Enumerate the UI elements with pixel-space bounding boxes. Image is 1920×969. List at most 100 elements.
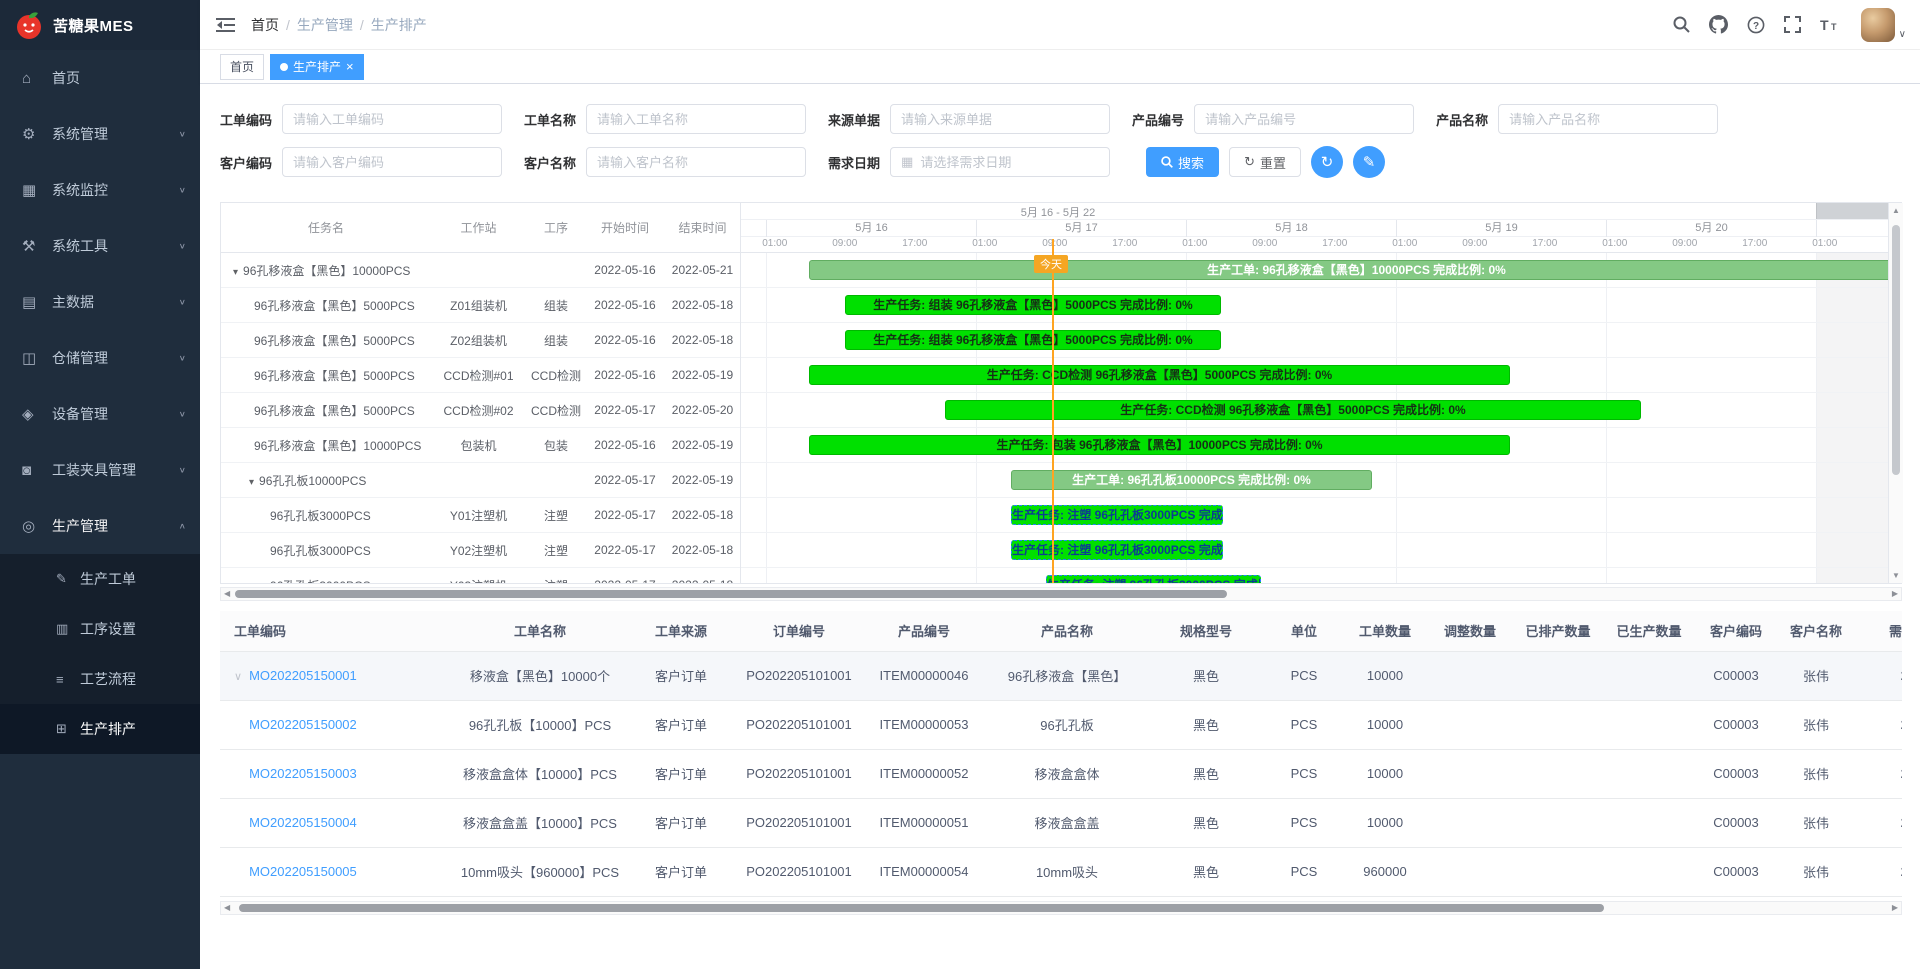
scroll-left-arrow[interactable]: ◀ <box>224 903 230 912</box>
text-input[interactable] <box>586 104 806 134</box>
order-row-5[interactable]: ∨MO20220515000510mm吸头【960000】PCS客户订单PO20… <box>220 847 1902 896</box>
sidebar-item-1[interactable]: ⚙系统管理∨ <box>0 106 200 162</box>
refresh-button[interactable]: ↻ <box>1311 146 1343 178</box>
tab-2[interactable]: 生产排产× <box>270 54 364 80</box>
gantt-task-row[interactable]: ▾96孔移液盒【黑色】10000PCS2022-05-162022-05-21 <box>221 253 740 288</box>
sidebar-item-6[interactable]: ◈设备管理∨ <box>0 386 200 442</box>
gantt-bar[interactable]: 生产任务: 注塑 96孔孔板3000PCS 完成比例: 0% <box>1011 505 1223 525</box>
sidebar-toggle-icon[interactable] <box>216 18 235 32</box>
text-input[interactable] <box>1194 104 1414 134</box>
sidebar-item-2[interactable]: ▦系统监控∨ <box>0 162 200 218</box>
text-input[interactable] <box>1498 104 1718 134</box>
app-logo[interactable]: 苦糖果MES <box>0 0 200 50</box>
tree-caret-icon[interactable]: ▾ <box>249 477 254 488</box>
sidebar-item-4[interactable]: ▤主数据∨ <box>0 274 200 330</box>
avatar[interactable] <box>1861 8 1895 42</box>
scroll-down-arrow[interactable]: ▼ <box>1889 571 1903 580</box>
reset-button[interactable]: ↻ 重置 <box>1229 147 1301 177</box>
scroll-right-arrow[interactable]: ▶ <box>1892 903 1898 912</box>
font-size-icon[interactable]: TT <box>1820 15 1840 35</box>
filter-input[interactable] <box>597 112 795 127</box>
work-order-link[interactable]: MO202205150002 <box>249 717 357 732</box>
sidebar-item-8[interactable]: ◎生产管理∧ <box>0 498 200 554</box>
chevron-down-icon: ∨ <box>1899 29 1906 42</box>
gantt-task-row[interactable]: 96孔孔板3000PCSY03注塑机注塑2022-05-172022-05-18 <box>221 568 740 583</box>
gantt-bar[interactable]: 生产任务: 包装 96孔移液盒【黑色】10000PCS 完成比例: 0% <box>809 435 1510 455</box>
gantt-bar[interactable]: 生产工单: 96孔移液盒【黑色】10000PCS 完成比例: 0% <box>809 260 1888 280</box>
orders-column-header: 调整数量 <box>1427 611 1513 651</box>
sidebar-item-3[interactable]: ⚒系统工具∨ <box>0 218 200 274</box>
orders-horizontal-scrollbar[interactable]: ◀ ▶ <box>220 901 1902 915</box>
sidebar-item-5[interactable]: ◫仓储管理∨ <box>0 330 200 386</box>
text-input[interactable] <box>282 104 502 134</box>
gantt-bar[interactable]: 生产工单: 96孔孔板10000PCS 完成比例: 0% <box>1011 470 1372 490</box>
search-icon[interactable] <box>1672 15 1692 35</box>
vertical-scrollbar-thumb[interactable] <box>1892 225 1900 475</box>
filter-input[interactable] <box>293 155 491 170</box>
text-input[interactable] <box>890 104 1110 134</box>
gantt-bar[interactable]: 生产任务: 注塑 96孔孔板3000PCS 完成比例: 0% <box>1046 575 1261 583</box>
horizontal-scrollbar-thumb[interactable] <box>239 904 1604 912</box>
submenu-item-3[interactable]: ⊞生产排产 <box>0 704 200 754</box>
submenu-item-1[interactable]: ▥工序设置 <box>0 604 200 654</box>
breadcrumb-item[interactable]: 首页 <box>251 15 279 35</box>
sidebar-item-0[interactable]: ⌂首页 <box>0 50 200 106</box>
gantt-bar[interactable]: 生产任务: 注塑 96孔孔板3000PCS 完成比例: 0% <box>1011 540 1223 560</box>
filter-input[interactable] <box>597 155 795 170</box>
submenu-item-2[interactable]: ≡工艺流程 <box>0 654 200 704</box>
text-input[interactable] <box>282 147 502 177</box>
text-input[interactable] <box>586 147 806 177</box>
scroll-right-arrow[interactable]: ▶ <box>1892 589 1898 598</box>
horizontal-scrollbar-thumb[interactable] <box>235 590 1227 598</box>
gantt-vertical-scrollbar[interactable]: ▲ ▼ <box>1888 203 1903 583</box>
work-order-link[interactable]: MO202205150001 <box>249 668 357 683</box>
work-order-link[interactable]: MO202205150005 <box>249 864 357 879</box>
tree-caret-icon[interactable]: ▾ <box>233 267 238 278</box>
work-order-link[interactable]: MO202205150004 <box>249 815 357 830</box>
order-row-3[interactable]: ∨MO202205150003移液盒盒体【10000】PCS客户订单PO2022… <box>220 749 1902 798</box>
hour-label: 01:00 <box>1177 238 1213 249</box>
filter-input[interactable] <box>1509 112 1707 127</box>
submenu-item-0[interactable]: ✎生产工单 <box>0 554 200 604</box>
order-row-4[interactable]: ∨MO202205150004移液盒盒盖【10000】PCS客户订单PO2022… <box>220 798 1902 847</box>
gantt-horizontal-scrollbar[interactable]: ◀ ▶ <box>220 587 1902 601</box>
orders-cell: 黑色 <box>1147 798 1265 847</box>
gantt-task-row[interactable]: 96孔孔板3000PCSY01注塑机注塑2022-05-172022-05-18 <box>221 498 740 533</box>
filter-input[interactable] <box>293 112 491 127</box>
breadcrumb-item[interactable]: 生产管理 <box>297 15 353 35</box>
sidebar-item-label: 首页 <box>52 68 186 88</box>
scroll-left-arrow[interactable]: ◀ <box>224 589 230 598</box>
gantt-bar[interactable]: 生产任务: 组装 96孔移液盒【黑色】5000PCS 完成比例: 0% <box>845 295 1221 315</box>
github-icon[interactable] <box>1709 15 1729 35</box>
order-row-2[interactable]: ∨MO20220515000296孔孔板【10000】PCS客户订单PO2022… <box>220 700 1902 749</box>
search-button[interactable]: 搜索 <box>1146 147 1219 177</box>
filter-input[interactable] <box>1205 112 1403 127</box>
sidebar-item-7[interactable]: ◙工装夹具管理∨ <box>0 442 200 498</box>
user-menu[interactable]: ∨ <box>1861 8 1906 42</box>
help-icon[interactable]: ? <box>1746 15 1766 35</box>
gantt-task-row[interactable]: 96孔移液盒【黑色】5000PCSCCD检测#02CCD检测2022-05-17… <box>221 393 740 428</box>
gantt-task-row[interactable]: 96孔移液盒【黑色】5000PCSCCD检测#01CCD检测2022-05-16… <box>221 358 740 393</box>
gantt-bar[interactable]: 生产任务: CCD检测 96孔移液盒【黑色】5000PCS 完成比例: 0% <box>945 400 1641 420</box>
orders-cell: 黑色 <box>1147 749 1265 798</box>
gantt-task-cell: 注塑 <box>526 577 586 584</box>
fullscreen-icon[interactable] <box>1783 15 1803 35</box>
gantt-task-row[interactable]: ▾96孔孔板10000PCS2022-05-172022-05-19 <box>221 463 740 498</box>
filter-input[interactable] <box>901 112 1099 127</box>
gantt-task-row[interactable]: 96孔移液盒【黑色】5000PCSZ02组装机组装2022-05-162022-… <box>221 323 740 358</box>
order-row-1[interactable]: ∨MO202205150001移液盒【黑色】10000个客户订单PO202205… <box>220 651 1902 700</box>
close-icon[interactable]: × <box>346 60 354 73</box>
tab-1[interactable]: 首页 <box>220 54 264 80</box>
scroll-up-arrow[interactable]: ▲ <box>1889 206 1903 215</box>
date-input[interactable]: ▦ <box>890 147 1110 177</box>
gantt-bar[interactable]: 生产任务: 组装 96孔移液盒【黑色】5000PCS 完成比例: 0% <box>845 330 1221 350</box>
gantt-task-row[interactable]: 96孔移液盒【黑色】10000PCS包装机包装2022-05-162022-05… <box>221 428 740 463</box>
work-order-link[interactable]: MO202205150003 <box>249 766 357 781</box>
breadcrumb-item[interactable]: 生产排产 <box>371 15 427 35</box>
gantt-task-row[interactable]: 96孔移液盒【黑色】5000PCSZ01组装机组装2022-05-162022-… <box>221 288 740 323</box>
filter-input[interactable] <box>920 155 1099 170</box>
gantt-bar[interactable]: 生产任务: CCD检测 96孔移液盒【黑色】5000PCS 完成比例: 0% <box>809 365 1510 385</box>
gantt-task-row[interactable]: 96孔孔板3000PCSY02注塑机注塑2022-05-172022-05-18 <box>221 533 740 568</box>
edit-button[interactable]: ✎ <box>1353 146 1385 178</box>
row-expand-caret-icon[interactable]: ∨ <box>234 671 242 683</box>
